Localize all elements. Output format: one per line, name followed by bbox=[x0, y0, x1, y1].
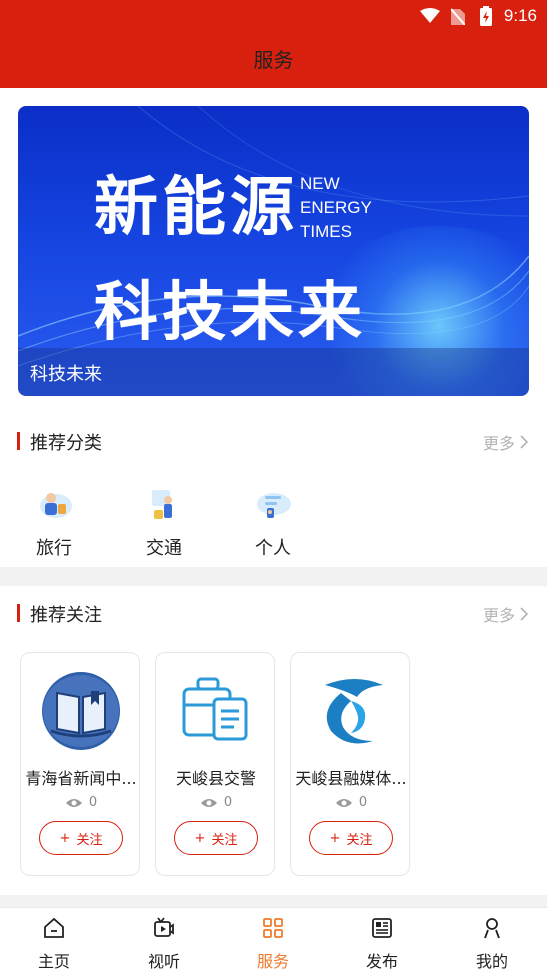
view-count-value: 0 bbox=[88, 795, 98, 810]
chevron-right-icon bbox=[520, 607, 529, 621]
travel-icon bbox=[40, 493, 72, 518]
banner-section: 新能源 科技未来 NEW ENERGY TIMES 科技未来 bbox=[0, 88, 547, 414]
more-label: 更多 bbox=[482, 434, 515, 453]
tab-label: 发布 bbox=[365, 952, 398, 971]
more-label: 更多 bbox=[482, 606, 515, 625]
tab-label: 我的 bbox=[475, 952, 508, 971]
banner-caption: 科技未来 bbox=[30, 364, 102, 385]
follow-button[interactable]: + 关注 bbox=[39, 821, 123, 855]
eye-icon bbox=[200, 798, 217, 807]
category-label: 交通 bbox=[146, 538, 182, 559]
tab-profile[interactable]: 我的 bbox=[457, 916, 527, 972]
follow-label: 关注 bbox=[76, 832, 103, 848]
briefcase-logo-icon bbox=[182, 677, 248, 741]
banner-caption-bar: 科技未来 bbox=[18, 348, 529, 396]
plus-icon: + bbox=[59, 830, 71, 846]
more-follows-link[interactable]: 更多 bbox=[483, 602, 529, 626]
follow-label: 关注 bbox=[346, 832, 373, 848]
view-count: 0 bbox=[21, 795, 141, 810]
app-header: 9:16 服务 bbox=[0, 0, 547, 88]
view-count-value: 0 bbox=[358, 795, 368, 810]
follow-card-list: 青海省新闻中... 0 + 关注 天峻县交警 0 + 关注 天峻县融媒体... … bbox=[0, 652, 547, 876]
banner-english-line1: NEW bbox=[300, 174, 340, 193]
tab-video[interactable]: 视听 bbox=[129, 916, 199, 972]
newspaper-icon bbox=[372, 918, 392, 938]
category-item-personal[interactable]: 个人 bbox=[238, 484, 308, 560]
recommended-follows-section: 推荐关注 更多 青海省新闻中... 0 + 关注 天峻县交警 0 + 关注 天峻… bbox=[0, 586, 547, 895]
category-item-travel[interactable]: 旅行 bbox=[19, 484, 89, 560]
book-logo-icon bbox=[42, 672, 120, 750]
banner-english-line3: TIMES bbox=[300, 222, 352, 241]
tab-label: 主页 bbox=[37, 952, 70, 971]
follow-card-qinghai-news[interactable]: 青海省新闻中... 0 + 关注 bbox=[20, 652, 140, 876]
section-accent-bar bbox=[17, 432, 20, 450]
user-icon bbox=[484, 918, 500, 939]
eye-icon bbox=[335, 798, 352, 807]
wave-logo-icon bbox=[325, 679, 383, 744]
follow-button[interactable]: + 关注 bbox=[174, 821, 258, 855]
eye-icon bbox=[65, 798, 82, 807]
category-label: 个人 bbox=[255, 538, 291, 559]
no-sim-icon bbox=[448, 7, 468, 25]
follow-card-tianjun-traffic-police[interactable]: 天峻县交警 0 + 关注 bbox=[155, 652, 275, 876]
follow-card-name: 天峻县交警 bbox=[175, 769, 256, 788]
section-title: 推荐关注 bbox=[30, 605, 102, 626]
banner-headline-line1: 新能源 bbox=[94, 171, 298, 245]
section-header: 推荐关注 更多 bbox=[0, 586, 547, 642]
follow-card-tianjun-media[interactable]: 天峻县融媒体... 0 + 关注 bbox=[290, 652, 410, 876]
status-bar: 9:16 bbox=[419, 4, 537, 28]
bottom-tab-bar: 主页 视听 服务 发布 我的 bbox=[0, 907, 547, 977]
tab-label: 服务 bbox=[256, 952, 289, 971]
view-count-value: 0 bbox=[223, 795, 233, 810]
follow-label: 关注 bbox=[211, 832, 238, 848]
status-time: 9:16 bbox=[503, 6, 537, 25]
follow-card-name: 青海省新闻中... bbox=[25, 769, 137, 788]
section-title: 推荐分类 bbox=[30, 433, 102, 454]
plus-icon: + bbox=[329, 830, 341, 846]
follow-button[interactable]: + 关注 bbox=[309, 821, 393, 855]
banner-headline-line2: 科技未来 bbox=[94, 276, 366, 350]
chevron-right-icon bbox=[520, 435, 529, 449]
tab-services[interactable]: 服务 bbox=[238, 916, 308, 972]
page-title: 服务 bbox=[253, 48, 294, 72]
section-header: 推荐分类 更多 bbox=[0, 414, 547, 470]
wifi-icon bbox=[419, 7, 440, 25]
section-accent-bar bbox=[17, 604, 20, 622]
view-count: 0 bbox=[156, 795, 276, 810]
category-label: 旅行 bbox=[36, 538, 72, 559]
category-list: 旅行 交通 个人 bbox=[0, 484, 547, 574]
view-count: 0 bbox=[291, 795, 411, 810]
home-icon bbox=[44, 917, 64, 938]
tab-publish[interactable]: 发布 bbox=[347, 916, 417, 972]
banner-carousel[interactable]: 新能源 科技未来 NEW ENERGY TIMES 科技未来 bbox=[18, 106, 529, 396]
battery-charging-icon bbox=[476, 6, 496, 26]
tab-label: 视听 bbox=[147, 952, 180, 971]
traffic-icon bbox=[152, 490, 172, 519]
personal-icon bbox=[257, 493, 291, 518]
banner-english-line2: ENERGY bbox=[300, 198, 372, 217]
category-item-traffic[interactable]: 交通 bbox=[129, 484, 199, 560]
video-icon bbox=[154, 917, 174, 937]
tab-home[interactable]: 主页 bbox=[19, 916, 89, 972]
banner-english-text: NEW ENERGY TIMES bbox=[300, 172, 372, 244]
plus-icon: + bbox=[194, 830, 206, 846]
more-categories-link[interactable]: 更多 bbox=[483, 430, 529, 454]
follow-card-name: 天峻县融媒体... bbox=[295, 769, 407, 788]
recommended-categories-section: 推荐分类 更多 旅行 交通 个人 bbox=[0, 414, 547, 567]
grid-icon bbox=[263, 918, 283, 938]
